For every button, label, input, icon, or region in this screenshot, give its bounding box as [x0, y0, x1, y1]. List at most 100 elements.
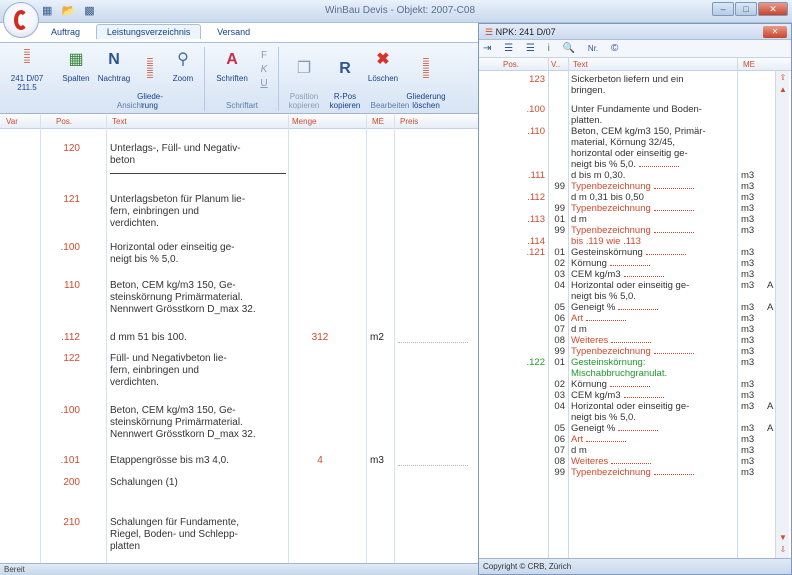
npk-text: Unter Fundamente und Boden- platten. [571, 104, 702, 126]
group-label-bearbeiten: Bearbeiten [370, 101, 410, 110]
nachtrag-button[interactable]: N Nachtrag [96, 49, 132, 83]
position-number: 122 [63, 353, 80, 364]
npk-unit: m3 [741, 302, 755, 313]
number-icon[interactable]: Nr. [588, 44, 598, 53]
col-me[interactable]: ME [372, 117, 384, 126]
delete-icon: ✖ [376, 51, 390, 68]
fill-in-field[interactable] [623, 269, 664, 277]
scroll-bottom-icon[interactable]: ⇩ [778, 545, 788, 555]
npk-close-button[interactable]: ✕ [763, 26, 787, 38]
npk-position: .113 [527, 214, 545, 225]
scroll-down-icon[interactable]: ▼ [778, 533, 788, 543]
npk-variant: 04 [554, 401, 565, 412]
npk-text: CEM kg/m3 [571, 269, 731, 280]
npk-text: d m [571, 445, 587, 456]
fill-in-field[interactable] [618, 423, 659, 431]
npk-unit: m3 [741, 357, 755, 368]
list-expand-icon[interactable]: ☰ [504, 43, 513, 54]
status-bar: Bereit [0, 563, 478, 575]
list-collapse-icon[interactable]: ☰ [526, 43, 535, 54]
fill-in-field[interactable] [586, 434, 627, 442]
npk-panel: ☰ NPK: 241 D/07 ✕ ⇥ ☰ ☰ i 🔍 Nr. © Pos. V… [478, 23, 792, 575]
npk-col-pos[interactable]: Pos. [503, 60, 519, 69]
npk-position: .111 [527, 170, 545, 181]
npk-position: .110 [527, 126, 545, 137]
underline-icon[interactable]: U [254, 77, 274, 91]
npk-selector-button[interactable]: ☰ ☰ 241 D/07 211.5 [4, 49, 50, 93]
npk-variant: 99 [554, 467, 565, 478]
fill-in-field[interactable] [609, 258, 650, 266]
position-text: d mm 51 bis 100. [110, 332, 187, 343]
quick-access-toolbar: ▦ 📂 ▩ [42, 4, 101, 17]
fill-in-field[interactable] [653, 181, 694, 189]
npk-col-v[interactable]: V.. [551, 60, 560, 69]
schriften-button[interactable]: A Schriften [212, 49, 252, 83]
fill-in-field[interactable] [611, 335, 652, 343]
maximize-button[interactable]: □ [735, 2, 757, 16]
npk-text: Beton, CEM kg/m3 150, Primär- material, … [571, 126, 706, 170]
window-controls: – □ ✕ [711, 2, 788, 16]
npk-unit: m3 [741, 181, 755, 192]
npk-icon: ☰ [485, 27, 496, 37]
npk-variant: 01 [554, 214, 565, 225]
group-label-schriftart: Schriftart [225, 101, 258, 110]
minimize-button[interactable]: – [712, 2, 734, 16]
fill-in-field[interactable] [653, 225, 694, 233]
loeschen-button[interactable]: ✖ Löschen [366, 49, 400, 83]
fill-in-field[interactable] [645, 247, 686, 255]
npk-position: .114 [527, 236, 545, 247]
fill-in-field[interactable] [611, 456, 652, 464]
fill-in-field[interactable] [653, 346, 694, 354]
npk-col-me[interactable]: ME [743, 60, 755, 69]
disk-icon[interactable]: ▩ [84, 5, 94, 17]
npk-variant: 01 [554, 357, 565, 368]
fill-in-field[interactable] [623, 390, 664, 398]
spalten-button[interactable]: ▦ Spalten [58, 49, 94, 83]
position-kopieren-button[interactable]: ❐ Position kopieren [284, 49, 324, 110]
tab-leistungsverzeichnis[interactable]: Leistungsverzeichnis [95, 24, 202, 39]
npk-variant: 02 [554, 258, 565, 269]
npk-variant: 03 [554, 390, 565, 401]
close-button[interactable]: ✕ [758, 2, 788, 16]
npk-text: Gesteinskörnung: Mischabbruchgranulat. [571, 357, 668, 379]
col-preis[interactable]: Preis [400, 117, 418, 126]
price-field[interactable] [398, 332, 468, 343]
fill-in-field[interactable] [609, 379, 650, 387]
npk-variant: 05 [554, 302, 565, 313]
npk-col-text[interactable]: Text [573, 60, 588, 69]
price-field[interactable] [398, 455, 468, 466]
scroll-top-icon[interactable]: ⇧ [778, 73, 788, 83]
col-var[interactable]: Var [6, 117, 18, 126]
npk-unit: m3 [741, 456, 755, 467]
folder-icon[interactable]: 📂 [61, 5, 75, 17]
zoom-button[interactable]: ⚲ Zoom [168, 49, 198, 83]
npk-variant: 03 [554, 269, 565, 280]
info-icon[interactable]: i [548, 43, 550, 54]
r-letter-icon: R [339, 60, 351, 77]
fill-in-field[interactable] [653, 467, 694, 475]
position-number: 120 [63, 143, 80, 154]
npk-scrollbar[interactable]: ⇧ ▲ ▼ ⇩ [775, 71, 789, 559]
npk-unit: m3 [741, 324, 755, 335]
col-text[interactable]: Text [112, 117, 127, 126]
italic-icon[interactable]: K [254, 63, 274, 77]
fill-in-field[interactable] [638, 159, 679, 167]
tab-versand[interactable]: Versand [206, 24, 261, 39]
app-logo-button[interactable] [3, 2, 39, 38]
col-pos[interactable]: Pos. [56, 117, 72, 126]
fill-in-field[interactable] [586, 313, 627, 321]
npk-text: d m [571, 214, 587, 225]
search-icon[interactable]: 🔍 [563, 43, 575, 54]
copyright-icon[interactable]: © [611, 43, 618, 54]
fill-in-field[interactable] [618, 302, 659, 310]
scroll-up-icon[interactable]: ▲ [778, 85, 788, 95]
tab-auftrag[interactable]: Auftrag [40, 24, 91, 39]
npk-unit: m3 [741, 247, 755, 258]
insert-arrow-icon[interactable]: ⇥ [483, 43, 491, 54]
npk-unit: m3 [741, 390, 755, 401]
col-menge[interactable]: Menge [292, 117, 316, 126]
npk-variant: 08 [554, 335, 565, 346]
fill-in-field[interactable] [653, 203, 694, 211]
save-icon[interactable]: ▦ [42, 5, 52, 17]
bold-icon[interactable]: F [254, 49, 274, 63]
